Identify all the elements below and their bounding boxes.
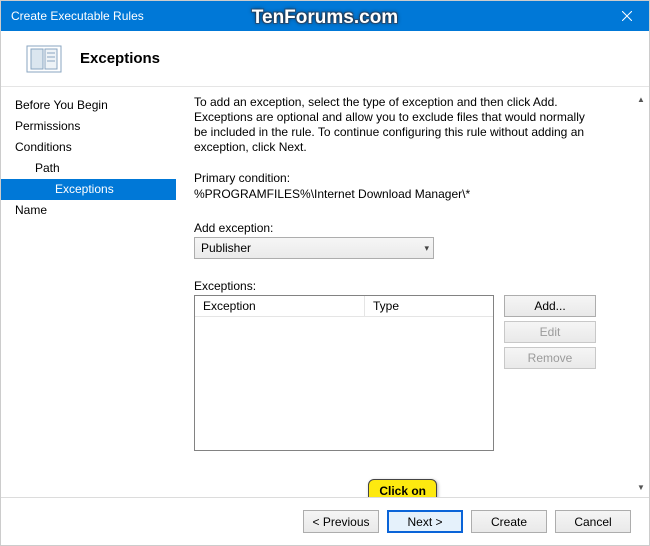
nav-exceptions[interactable]: Exceptions (1, 179, 176, 200)
exceptions-area: Exception Type Add... Edit Remove (194, 295, 635, 451)
scroll-track[interactable] (633, 107, 649, 479)
next-button[interactable]: Next > (387, 510, 463, 533)
close-icon (622, 11, 632, 21)
primary-condition-label: Primary condition: (194, 171, 635, 185)
edit-button: Edit (504, 321, 596, 343)
window-title: Create Executable Rules (11, 9, 144, 23)
remove-button: Remove (504, 347, 596, 369)
combobox-value: Publisher (201, 241, 251, 255)
nav-before-you-begin[interactable]: Before You Begin (1, 95, 176, 116)
titlebar: Create Executable Rules (1, 1, 649, 31)
scroll-down-icon[interactable]: ▼ (633, 479, 649, 495)
create-button[interactable]: Create (471, 510, 547, 533)
close-button[interactable] (604, 1, 649, 31)
wizard-window: Create Executable Rules TenForums.com Ex… (0, 0, 650, 546)
add-exception-label: Add exception: (194, 221, 635, 235)
header: Exceptions (1, 31, 649, 87)
previous-button[interactable]: < Previous (303, 510, 379, 533)
rules-icon (26, 45, 62, 73)
chevron-down-icon: ▾ (424, 243, 429, 254)
content-area: To add an exception, select the type of … (176, 87, 649, 499)
column-exception[interactable]: Exception (195, 296, 365, 316)
body: Before You Begin Permissions Conditions … (1, 87, 649, 499)
exceptions-list-label: Exceptions: (194, 279, 635, 293)
scroll-up-icon[interactable]: ▲ (633, 91, 649, 107)
page-title: Exceptions (80, 50, 160, 67)
exception-type-combobox[interactable]: Publisher ▾ (194, 237, 434, 259)
description-text: To add an exception, select the type of … (194, 95, 594, 155)
nav-conditions[interactable]: Conditions (1, 137, 176, 158)
cancel-button[interactable]: Cancel (555, 510, 631, 533)
nav-path[interactable]: Path (1, 158, 176, 179)
exception-buttons: Add... Edit Remove (504, 295, 596, 451)
exceptions-listview[interactable]: Exception Type (194, 295, 494, 451)
nav-sidebar: Before You Begin Permissions Conditions … (1, 87, 176, 499)
footer-buttons: < Previous Next > Create Cancel (1, 497, 649, 545)
primary-condition-value: %PROGRAMFILES%\Internet Download Manager… (194, 187, 635, 201)
add-button[interactable]: Add... (504, 295, 596, 317)
nav-name[interactable]: Name (1, 200, 176, 221)
nav-permissions[interactable]: Permissions (1, 116, 176, 137)
table-header-row: Exception Type (195, 296, 493, 317)
column-type[interactable]: Type (365, 296, 493, 316)
content-scrollbar[interactable]: ▲ ▼ (633, 91, 649, 495)
